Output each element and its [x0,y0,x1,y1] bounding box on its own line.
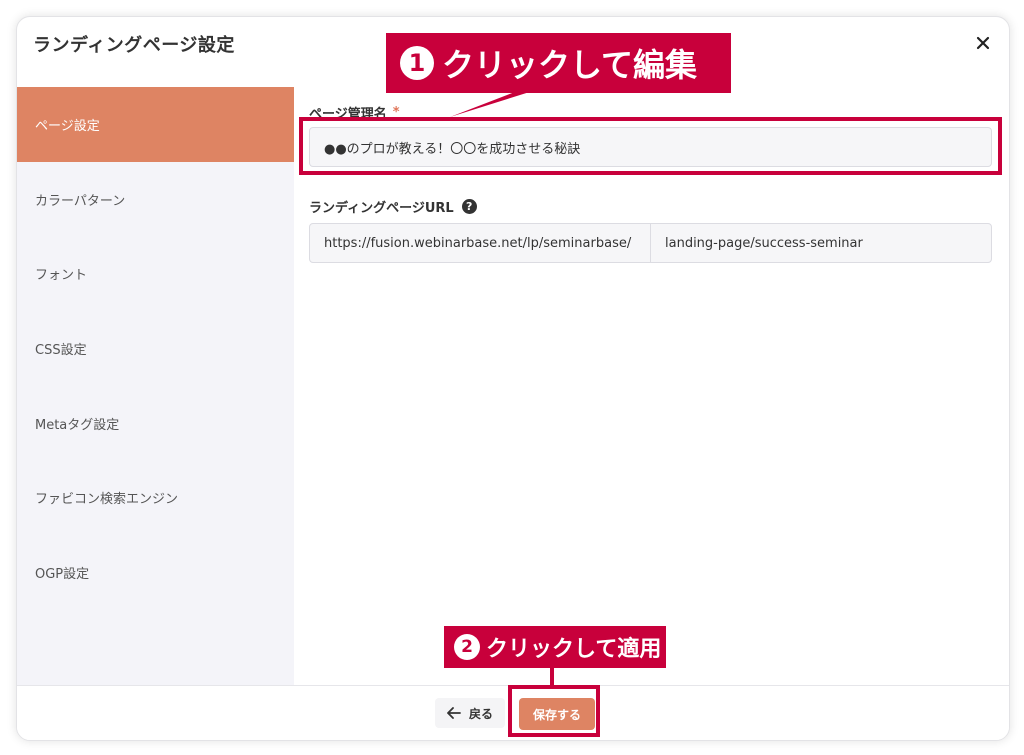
sidebar-item-label: CSS設定 [35,342,87,358]
sidebar-item-meta-tag-settings[interactable]: Metaタグ設定 [17,386,294,461]
sidebar-item-label: ファビコン検索エンジン [35,492,179,508]
sidebar-item-ogp-settings[interactable]: OGP設定 [17,535,294,610]
step-1-text: クリックして編集 [442,46,698,84]
step-1-number: 1 [400,46,434,80]
sidebar-item-label: OGP設定 [35,566,90,582]
settings-content: ページ管理名 * ●●のプロが教える！〇〇を成功させる秘訣 ランディングページU… [294,87,1009,685]
url-slug-value: landing-page/success-seminar [665,235,863,251]
url-prefix-field: https://fusion.webinarbase.net/lp/semina… [309,223,651,263]
close-icon [976,36,990,50]
sidebar-item-label: ページ設定 [35,118,100,134]
step-2-number: 2 [454,634,480,660]
sidebar-item-page-settings[interactable]: ページ設定 [17,87,294,162]
sidebar-item-label: フォント [35,268,88,284]
save-button-highlight-box [508,685,600,737]
sidebar-item-label: Metaタグ設定 [35,417,120,433]
url-slug-input[interactable]: landing-page/success-seminar [650,223,992,263]
callout-step-1: 1 クリックして編集 [386,33,731,93]
sidebar-item-label: カラーパターン [35,193,126,209]
page-name-highlight-box [299,117,1002,175]
url-prefix-value: https://fusion.webinarbase.net/lp/semina… [324,235,632,251]
help-icon[interactable]: ? [461,199,477,214]
back-button-label: 戻る [468,706,493,721]
close-button[interactable] [971,31,995,55]
arrow-left-icon [447,707,461,719]
back-button[interactable]: 戻る [435,698,505,728]
landing-page-url-label-text: ランディングページURL [309,201,454,216]
modal-title: ランディングページ設定 [33,35,235,56]
callout-step-2: 2 クリックして適用 [444,626,666,668]
step-2-text: クリックして適用 [486,637,662,662]
sidebar-item-css-settings[interactable]: CSS設定 [17,311,294,386]
sidebar-item-favicon-search-engine[interactable]: ファビコン検索エンジン [17,460,294,535]
landing-page-url-label: ランディングページURL ? [309,197,477,216]
sidebar-item-color-pattern[interactable]: カラーパターン [17,162,294,237]
sidebar-item-font[interactable]: フォント [17,236,294,311]
settings-sidebar: ページ設定 カラーパターン フォント CSS設定 Metaタグ設定 ファビコン検… [17,87,294,685]
callout-pointer-1 [450,90,536,117]
